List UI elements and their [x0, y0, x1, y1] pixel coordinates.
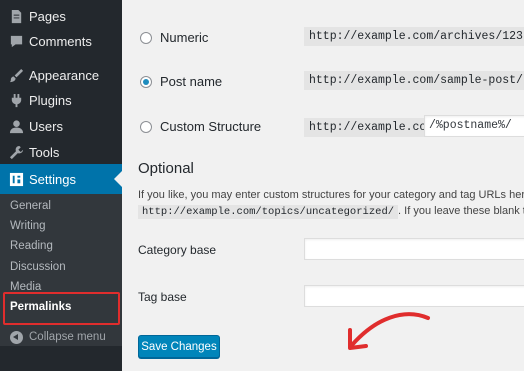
- tag-base-input[interactable]: [304, 285, 524, 307]
- sidebar-item-label: Plugins: [29, 92, 72, 108]
- sidebar-item-tools[interactable]: Tools: [0, 139, 122, 165]
- option-post-name[interactable]: Post name: [140, 74, 222, 89]
- submenu-item-writing[interactable]: Writing: [10, 220, 46, 232]
- annotation-arrow-icon: [348, 312, 430, 350]
- permalink-settings-panel: Numeric http://example.com/archives/123 …: [122, 0, 524, 371]
- optional-description-tail: . If you leave these blank the d: [398, 205, 524, 217]
- option-custom-structure[interactable]: Custom Structure: [140, 119, 261, 134]
- tag-base-label: Tag base: [138, 290, 187, 304]
- optional-heading: Optional: [138, 160, 194, 177]
- custom-structure-prefix: http://example.com: [304, 118, 439, 137]
- plugins-icon: [8, 92, 24, 108]
- sidebar-item-appearance[interactable]: Appearance: [0, 62, 122, 88]
- numeric-radio[interactable]: [140, 31, 152, 44]
- users-icon: [8, 118, 24, 134]
- category-base-input[interactable]: [304, 238, 524, 260]
- post-name-example-url: http://example.com/sample-post/: [304, 71, 524, 90]
- post-name-radio[interactable]: [140, 75, 152, 88]
- numeric-label: Numeric: [160, 30, 209, 45]
- collapse-menu-button[interactable]: Collapse menu: [0, 324, 122, 350]
- sidebar-item-label: Users: [29, 118, 63, 134]
- post-name-label: Post name: [160, 74, 223, 89]
- pages-icon: [8, 8, 24, 24]
- custom-structure-input[interactable]: /%postname%/: [424, 115, 524, 137]
- optional-description-line-2: http://example.com/topics/uncategorized/…: [138, 205, 524, 219]
- highlight-annotation: [3, 292, 120, 325]
- custom-structure-label: Custom Structure: [160, 119, 262, 134]
- option-numeric[interactable]: Numeric: [140, 30, 208, 45]
- optional-description: If you like, you may enter custom struct…: [138, 189, 524, 201]
- active-indicator: [114, 171, 122, 187]
- appearance-icon: [8, 67, 24, 83]
- custom-structure-radio[interactable]: [140, 120, 152, 133]
- sidebar-item-comments[interactable]: Comments: [0, 28, 122, 54]
- submenu-item-discussion[interactable]: Discussion: [10, 261, 66, 273]
- comments-icon: [8, 33, 24, 49]
- tools-icon: [8, 144, 24, 160]
- settings-icon: [8, 171, 24, 187]
- category-base-label: Category base: [138, 243, 217, 257]
- numeric-example-url: http://example.com/archives/123: [304, 27, 524, 46]
- sidebar-item-label: Appearance: [29, 67, 100, 83]
- collapse-label: Collapse menu: [29, 331, 106, 343]
- submenu-item-general[interactable]: General: [10, 200, 51, 212]
- sidebar-item-label: Tools: [29, 144, 60, 160]
- admin-sidebar: Pages Comments Appearance Plugins Users …: [0, 0, 122, 371]
- sidebar-item-plugins[interactable]: Plugins: [0, 87, 122, 113]
- sidebar-item-label: Comments: [29, 33, 92, 49]
- save-changes-button[interactable]: Save Changes: [138, 335, 220, 358]
- sidebar-item-users[interactable]: Users: [0, 113, 122, 139]
- sidebar-item-pages[interactable]: Pages: [0, 3, 122, 29]
- example-topic-url: http://example.com/topics/uncategorized/: [138, 205, 399, 219]
- collapse-icon: [10, 330, 23, 344]
- submenu-item-reading[interactable]: Reading: [10, 240, 53, 252]
- sidebar-item-label: Settings: [29, 171, 76, 187]
- sidebar-item-settings[interactable]: Settings: [0, 164, 122, 194]
- sidebar-item-label: Pages: [29, 8, 66, 24]
